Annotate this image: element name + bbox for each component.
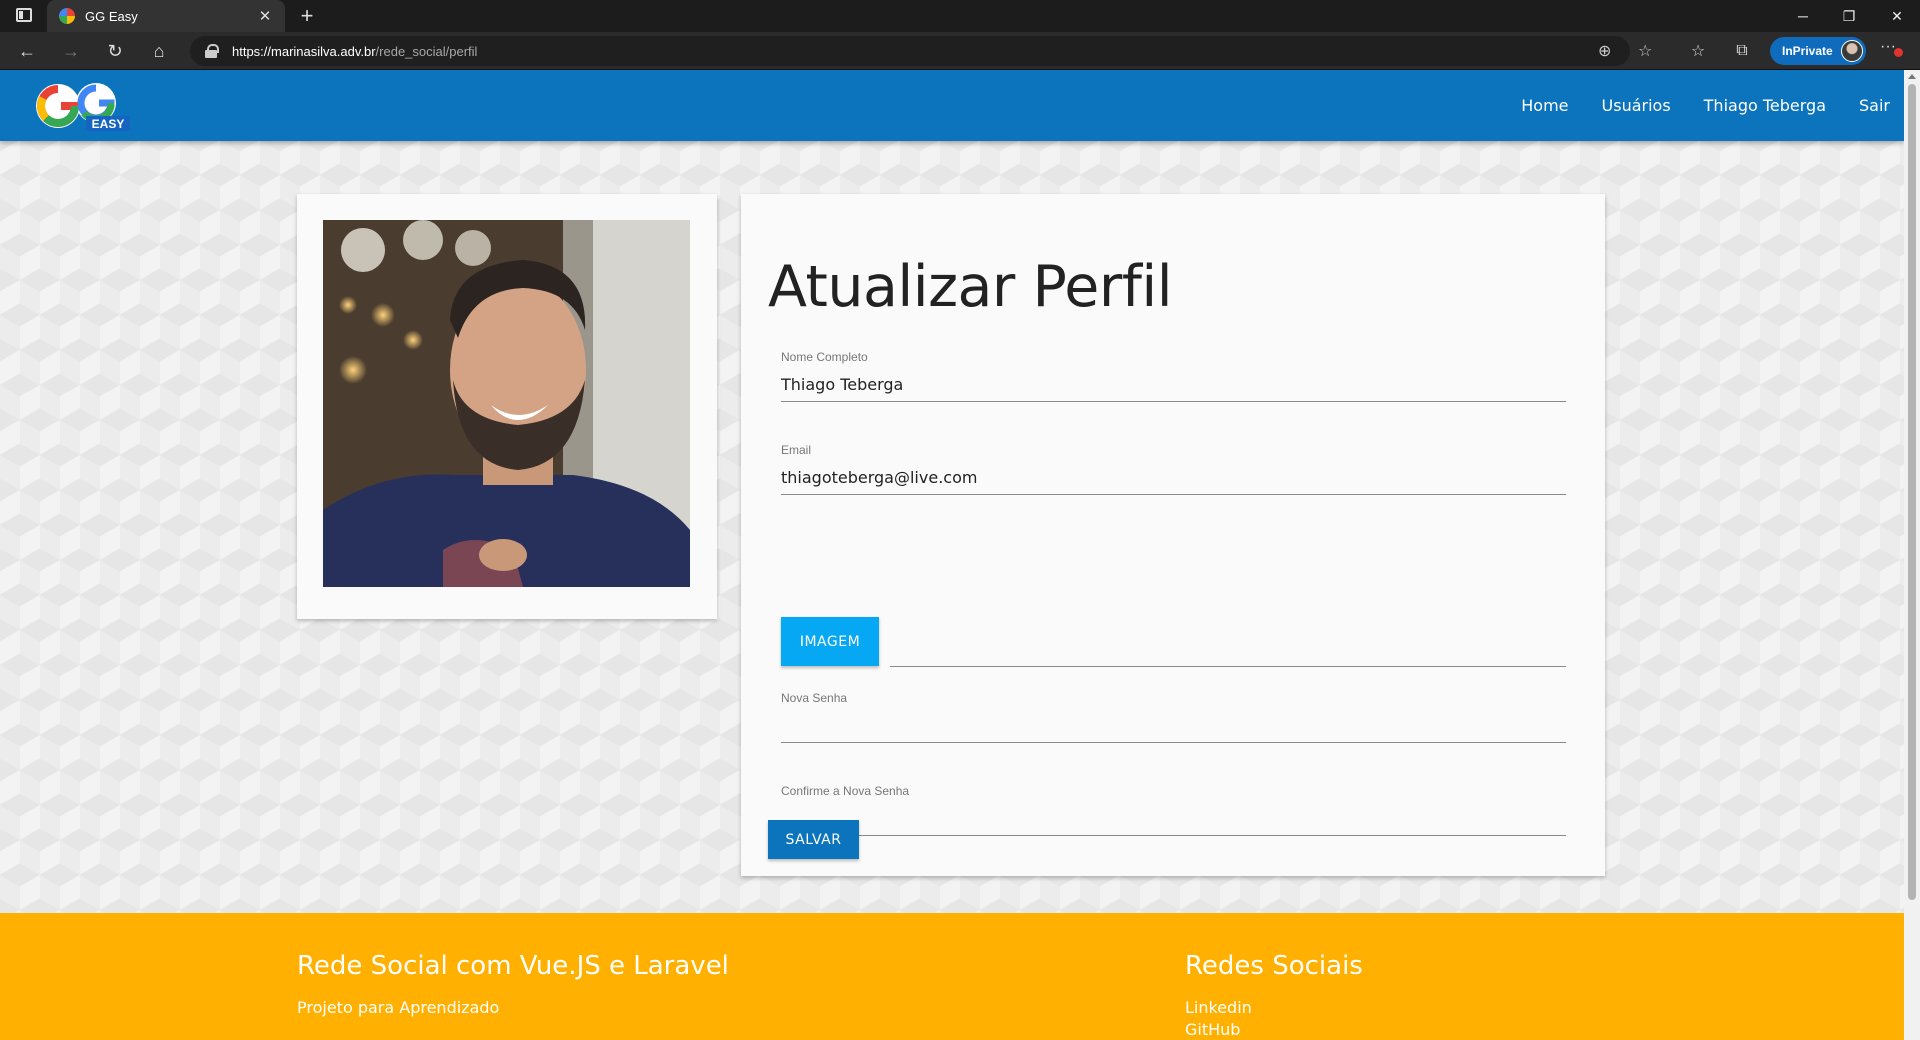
profile-photo-card <box>297 194 717 619</box>
url-host: https://marinasilva.adv.br <box>232 43 376 59</box>
minimize-icon[interactable]: ─ <box>1780 0 1826 32</box>
scroll-up-icon[interactable] <box>1908 74 1916 79</box>
footer-social: Redes Sociais Linkedin GitHub <box>1185 951 1363 1040</box>
notification-badge <box>1894 48 1903 57</box>
profile-photo <box>323 220 690 587</box>
update-profile-card: Atualizar Perfil Nome Completo Email IMA… <box>741 194 1605 876</box>
profile-photo-image <box>323 220 690 587</box>
collections-icon[interactable]: ⧉ <box>1728 38 1756 64</box>
name-input[interactable] <box>781 365 1566 402</box>
restore-icon[interactable]: ❐ <box>1826 0 1872 32</box>
close-window-icon[interactable]: ✕ <box>1874 0 1920 32</box>
footer-about-title: Rede Social com Vue.JS e Laravel <box>297 951 729 981</box>
nav-home[interactable]: Home <box>1521 96 1568 115</box>
favorites-icon[interactable]: ☆ <box>1684 38 1712 64</box>
page-title: Atualizar Perfil <box>768 254 1173 320</box>
name-field: Nome Completo <box>781 350 1566 402</box>
nav-profile[interactable]: Thiago Teberga <box>1704 96 1826 115</box>
home-icon[interactable]: ⌂ <box>145 38 173 64</box>
image-upload-button[interactable]: IMAGEM <box>781 617 879 666</box>
save-button[interactable]: SALVAR <box>768 820 859 859</box>
settings-more-icon[interactable]: ··· <box>1880 38 1903 57</box>
email-label: Email <box>781 443 812 457</box>
footer-link-linkedin[interactable]: Linkedin <box>1185 997 1363 1019</box>
page-scrollbar[interactable] <box>1904 70 1920 1040</box>
image-filename-input[interactable] <box>890 617 1566 667</box>
inprivate-badge[interactable]: InPrivate <box>1770 37 1866 65</box>
footer-about-text: Projeto para Aprendizado <box>297 998 500 1017</box>
site-navbar: EASY Home Usuários Thiago Teberga Sair <box>0 70 1904 141</box>
footer-social-title: Redes Sociais <box>1185 951 1363 981</box>
browser-tab-bar: GG Easy ✕ + ─ ❐ ✕ <box>0 0 1920 32</box>
name-label: Nome Completo <box>781 350 868 364</box>
add-favorite-icon[interactable]: ☆ <box>1638 41 1652 61</box>
email-input[interactable] <box>781 458 1566 495</box>
gg-easy-logo[interactable]: EASY <box>34 76 132 136</box>
browser-toolbar: ← → ↻ ⌂ https://marinasilva.adv.br/rede_… <box>0 32 1920 70</box>
forward-icon[interactable]: → <box>57 38 85 64</box>
nav-usuarios[interactable]: Usuários <box>1602 96 1671 115</box>
footer-link-github[interactable]: GitHub <box>1185 1019 1363 1040</box>
url-path: /rede_social/perfil <box>375 43 478 59</box>
address-bar[interactable]: https://marinasilva.adv.br/rede_social/p… <box>190 36 1652 66</box>
new-password-input[interactable] <box>781 706 1566 743</box>
browser-tab[interactable]: GG Easy ✕ <box>47 0 285 32</box>
tab-title: GG Easy <box>85 8 138 24</box>
footer-about: Rede Social com Vue.JS e Laravel Projeto… <box>297 951 729 1019</box>
favicon-icon <box>59 8 75 24</box>
new-tab-icon[interactable]: + <box>296 3 318 29</box>
inprivate-label: InPrivate <box>1782 44 1833 58</box>
page-viewport: EASY Home Usuários Thiago Teberga Sair A… <box>0 70 1904 1040</box>
close-tab-icon[interactable]: ✕ <box>257 7 273 25</box>
zoom-icon[interactable]: ⊕ <box>1598 41 1611 61</box>
tab-actions-icon[interactable] <box>16 8 32 22</box>
new-password-field: Nova Senha <box>781 691 1566 743</box>
confirm-password-label: Confirme a Nova Senha <box>781 784 910 798</box>
nav-logout[interactable]: Sair <box>1859 96 1890 115</box>
image-upload-row: IMAGEM <box>781 617 1566 667</box>
lock-icon <box>204 44 219 58</box>
new-password-label: Nova Senha <box>781 691 848 705</box>
refresh-icon[interactable]: ↻ <box>101 38 129 64</box>
profile-avatar <box>1841 40 1863 62</box>
site-footer: Rede Social com Vue.JS e Laravel Projeto… <box>0 913 1904 1040</box>
main-menu: Home Usuários Thiago Teberga Sair <box>1488 70 1890 141</box>
scroll-thumb[interactable] <box>1908 84 1916 900</box>
email-field: Email <box>781 443 1566 495</box>
logo-tagline: EASY <box>92 117 125 131</box>
confirm-password-input[interactable] <box>781 799 1566 836</box>
confirm-password-field: Confirme a Nova Senha <box>781 784 1566 836</box>
back-icon[interactable]: ← <box>13 38 41 64</box>
